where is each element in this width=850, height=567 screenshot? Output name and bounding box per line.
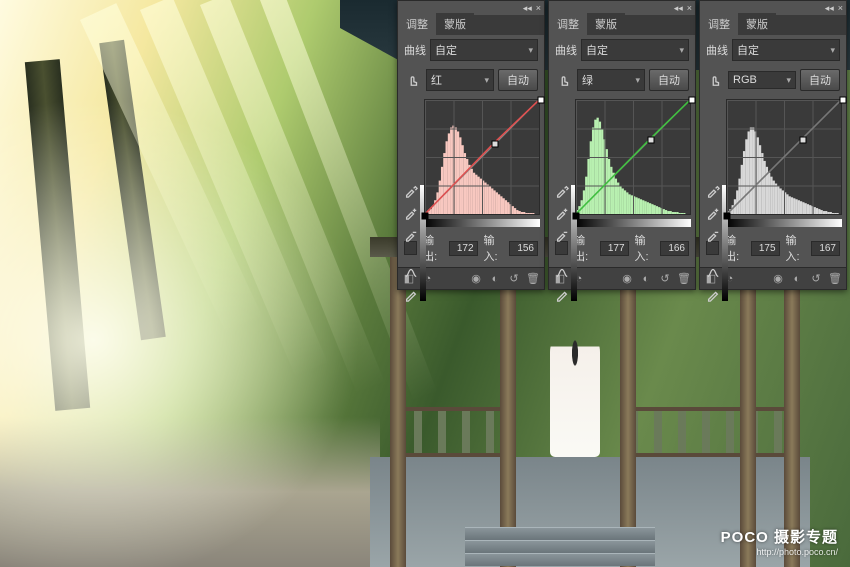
curve-point-handle[interactable] [724, 213, 731, 220]
close-icon[interactable]: × [838, 3, 843, 13]
delete-icon[interactable]: 🗑 [828, 272, 842, 286]
delete-icon[interactable]: 🗑 [526, 272, 540, 286]
previous-state-icon[interactable]: ◐ [488, 272, 502, 286]
channel-select[interactable]: RGB [728, 71, 796, 89]
close-icon[interactable]: × [687, 3, 692, 13]
input-gradient [424, 219, 540, 227]
visibility-icon[interactable]: ◉ [469, 272, 483, 286]
input-label: 输入: [635, 232, 655, 264]
input-gradient [575, 219, 691, 227]
watermark-url: http://photo.poco.cn/ [721, 547, 838, 557]
output-label: 输出: [725, 232, 745, 264]
curves-panel: ◂◂ × 调整 蒙版 曲线 自定 RGB 自动 [699, 0, 847, 290]
auto-button[interactable]: 自动 [649, 69, 689, 91]
input-value[interactable]: 166 [660, 241, 689, 256]
preset-select[interactable]: 自定 [732, 39, 840, 61]
adjustment-type-label: 曲线 [706, 42, 728, 58]
draw-curve-icon[interactable] [553, 287, 571, 303]
tab-adjust[interactable]: 调整 [549, 13, 587, 35]
panel-tabs: 调整 蒙版 [549, 15, 695, 35]
eyedropper-black-icon[interactable] [553, 183, 571, 199]
input-value[interactable]: 156 [509, 241, 538, 256]
curve-point-handle[interactable] [492, 141, 499, 148]
tool-column [402, 183, 422, 303]
eyedropper-gray-icon[interactable] [553, 205, 571, 221]
output-label: 输出: [423, 232, 443, 264]
curve-point-handle[interactable] [573, 213, 580, 220]
input-label: 输入: [786, 232, 806, 264]
auto-button[interactable]: 自动 [498, 69, 538, 91]
eyedropper-gray-icon[interactable] [402, 205, 420, 221]
tab-adjust[interactable]: 调整 [700, 13, 738, 35]
collapse-icon[interactable]: ◂◂ [674, 3, 683, 14]
tool-column [553, 183, 573, 303]
preset-select[interactable]: 自定 [581, 39, 689, 61]
target-adjust-tool[interactable] [404, 72, 422, 88]
eyedropper-gray-icon[interactable] [704, 205, 722, 221]
input-value[interactable]: 167 [811, 241, 840, 256]
draw-curve-icon[interactable] [402, 287, 420, 303]
reset-icon[interactable]: ↺ [809, 272, 823, 286]
channel-select[interactable]: 绿 [577, 69, 645, 91]
smooth-curve-icon[interactable] [402, 265, 420, 281]
curve-point-handle[interactable] [538, 97, 545, 104]
previous-state-icon[interactable]: ◐ [639, 272, 653, 286]
eyedropper-black-icon[interactable] [704, 183, 722, 199]
person-figure [550, 327, 600, 457]
curves-panel: ◂◂ × 调整 蒙版 曲线 自定 红 自动 [397, 0, 545, 290]
tab-adjust[interactable]: 调整 [398, 13, 436, 35]
visibility-icon[interactable]: ◉ [771, 272, 785, 286]
reset-icon[interactable]: ↺ [507, 272, 521, 286]
curve-point-handle[interactable] [840, 97, 847, 104]
eyedropper-white-icon[interactable] [553, 227, 571, 243]
visibility-icon[interactable]: ◉ [620, 272, 634, 286]
close-icon[interactable]: × [536, 3, 541, 13]
auto-button[interactable]: 自动 [800, 69, 840, 91]
previous-state-icon[interactable]: ◐ [790, 272, 804, 286]
curve-point-handle[interactable] [648, 137, 655, 144]
adjustment-type-label: 曲线 [555, 42, 577, 58]
adjustment-type-label: 曲线 [404, 42, 426, 58]
curve-point-handle[interactable] [689, 97, 696, 104]
watermark-title: POCO 摄影专题 [721, 526, 838, 547]
smooth-curve-icon[interactable] [553, 265, 571, 281]
panel-tabs: 调整 蒙版 [398, 15, 544, 35]
tab-mask[interactable]: 蒙版 [587, 13, 625, 35]
tool-column [704, 183, 724, 303]
curve-point-handle[interactable] [422, 213, 429, 220]
curves-graph[interactable] [424, 99, 540, 215]
watermark: POCO 摄影专题 http://photo.poco.cn/ [721, 526, 838, 557]
panel-tabs: 调整 蒙版 [700, 15, 846, 35]
eyedropper-white-icon[interactable] [704, 227, 722, 243]
reset-icon[interactable]: ↺ [658, 272, 672, 286]
target-adjust-tool[interactable] [555, 72, 573, 88]
tab-mask[interactable]: 蒙版 [738, 13, 776, 35]
smooth-curve-icon[interactable] [704, 265, 722, 281]
draw-curve-icon[interactable] [704, 287, 722, 303]
eyedropper-white-icon[interactable] [402, 227, 420, 243]
delete-icon[interactable]: 🗑 [677, 272, 691, 286]
input-gradient [726, 219, 842, 227]
tab-mask[interactable]: 蒙版 [436, 13, 474, 35]
collapse-icon[interactable]: ◂◂ [523, 3, 532, 14]
curves-panel: ◂◂ × 调整 蒙版 曲线 自定 绿 自动 [548, 0, 696, 290]
eyedropper-black-icon[interactable] [402, 183, 420, 199]
output-value[interactable]: 175 [751, 241, 780, 256]
output-value[interactable]: 177 [600, 241, 629, 256]
curves-graph[interactable] [726, 99, 842, 215]
curve-point-handle[interactable] [800, 137, 807, 144]
input-label: 输入: [484, 232, 504, 264]
channel-select[interactable]: 红 [426, 69, 494, 91]
preset-select[interactable]: 自定 [430, 39, 538, 61]
output-label: 输出: [574, 232, 594, 264]
output-value[interactable]: 172 [449, 241, 478, 256]
curves-graph[interactable] [575, 99, 691, 215]
target-adjust-tool[interactable] [706, 72, 724, 88]
collapse-icon[interactable]: ◂◂ [825, 3, 834, 14]
